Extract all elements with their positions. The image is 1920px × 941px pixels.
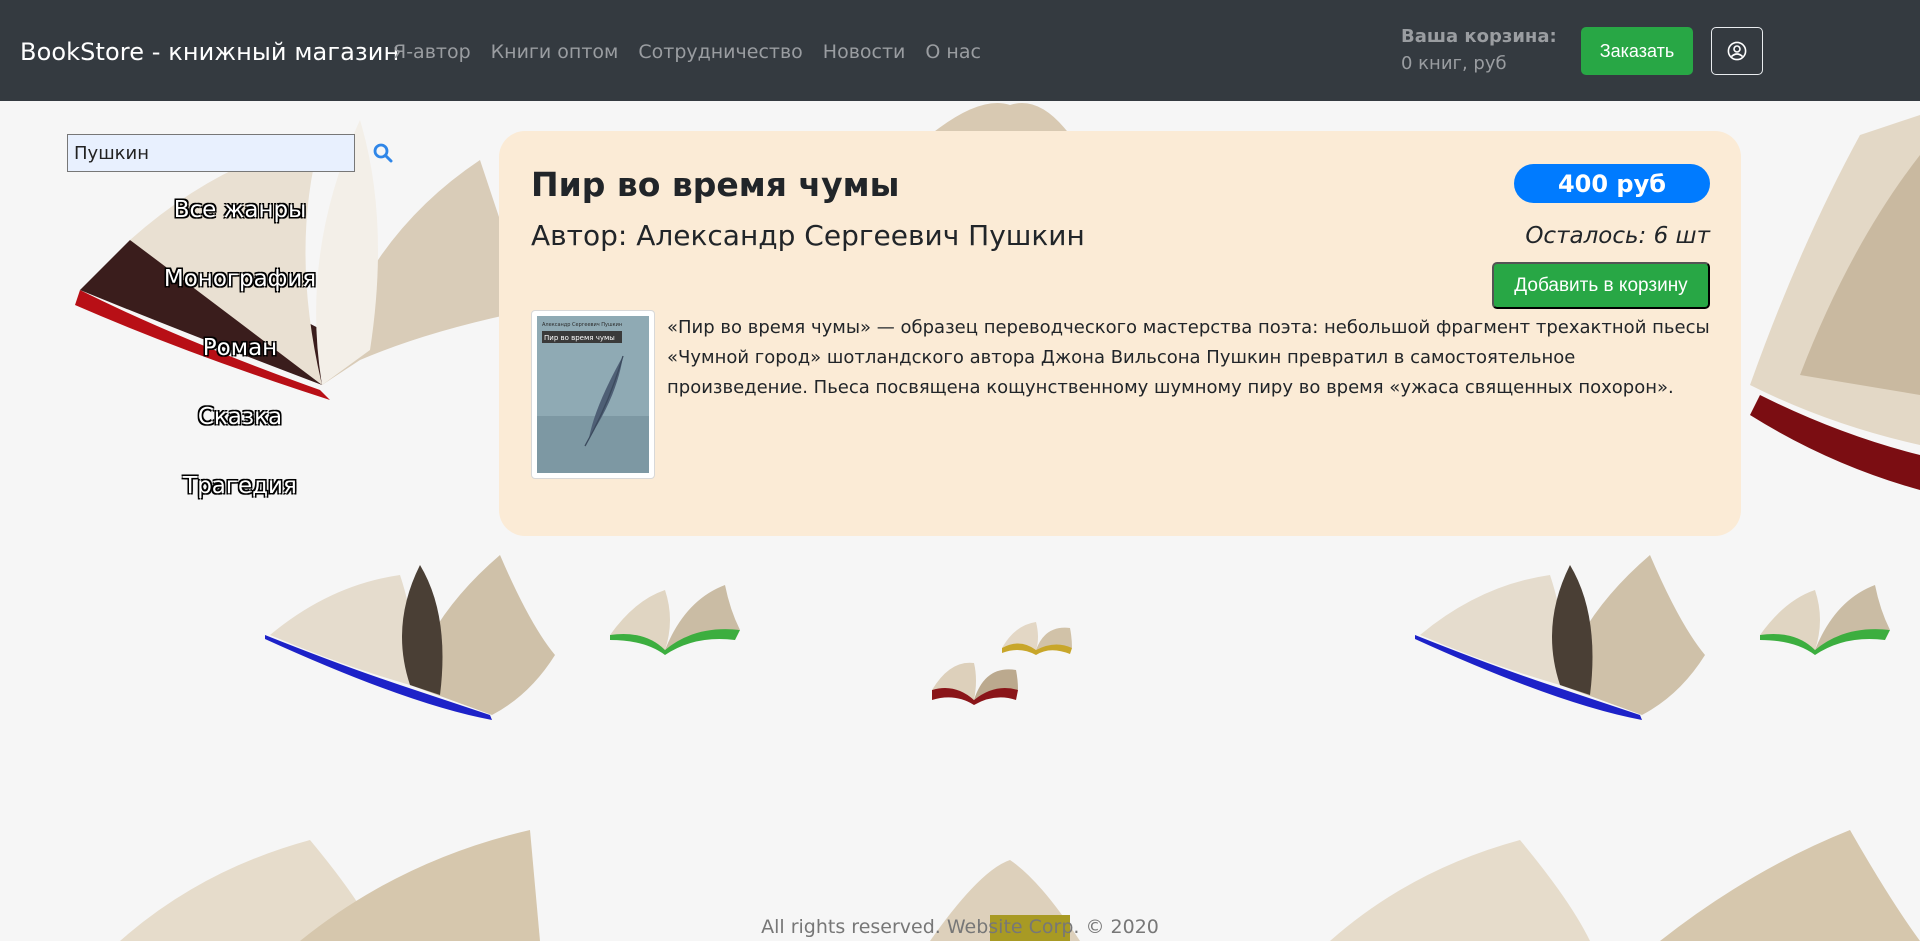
nav-links: Я-автор Книги оптом Сотрудничество Новос…: [393, 41, 981, 63]
background-book-red-small: [932, 662, 1018, 705]
nav-link-about[interactable]: О нас: [925, 41, 981, 63]
nav-link-cooperation[interactable]: Сотрудничество: [638, 41, 802, 63]
nav-link-wholesale[interactable]: Книги оптом: [491, 41, 619, 63]
add-to-cart-button[interactable]: Добавить в корзину: [1492, 262, 1710, 309]
footer-copyright: All rights reserved. Website Corp. © 202…: [761, 916, 1159, 938]
search-input[interactable]: [67, 134, 355, 172]
book-cover[interactable]: Александр Сергеевич Пушкин Пир во время …: [531, 310, 655, 479]
genre-list: Все жанры Монография Роман Сказка Трагед…: [90, 190, 390, 535]
stock-count: Осталось: 6 шт: [1525, 223, 1710, 249]
background-book-green-left: [610, 585, 740, 655]
genre-novel[interactable]: Роман: [90, 328, 390, 397]
cover-author-text: Александр Сергеевич Пушкин: [542, 322, 622, 328]
book-cover-image: Александр Сергеевич Пушкин Пир во время …: [537, 316, 649, 473]
genre-tragedy[interactable]: Трагедия: [90, 466, 390, 535]
genre-all[interactable]: Все жанры: [90, 190, 390, 259]
book-description: «Пир во время чумы» — образец переводчес…: [667, 317, 1710, 398]
cart-summary: Ваша корзина: 0 книг, руб: [1401, 26, 1557, 74]
nav-link-author[interactable]: Я-автор: [393, 41, 471, 63]
book-title: Пир во время чумы: [531, 165, 900, 204]
background-book-blue-right: [1415, 555, 1705, 720]
search-icon[interactable]: [373, 143, 393, 163]
background-book-green-right: [1760, 585, 1890, 655]
cart-title: Ваша корзина:: [1401, 26, 1557, 47]
background-book-large-right: [1750, 115, 1920, 490]
user-button[interactable]: [1711, 27, 1763, 75]
book-author: Автор: Александр Сергеевич Пушкин: [531, 219, 1085, 252]
nav-link-news[interactable]: Новости: [823, 41, 906, 63]
cover-title-text: Пир во время чумы: [544, 334, 615, 342]
genre-fairy-tale[interactable]: Сказка: [90, 397, 390, 466]
background-book-top-center: [930, 103, 1070, 135]
background-book-yellow-small: [1002, 622, 1072, 655]
genre-monograph[interactable]: Монография: [90, 259, 390, 328]
price-badge: 400 руб: [1514, 164, 1710, 203]
user-circle-icon: [1727, 41, 1747, 61]
background-book-blue-left: [265, 555, 555, 720]
order-button[interactable]: Заказать: [1581, 27, 1693, 75]
brand-link[interactable]: BookStore - книжный магазин: [20, 38, 399, 66]
product-card: Пир во время чумы Автор: Александр Серге…: [499, 131, 1741, 536]
navbar: BookStore - книжный магазин Я-автор Книг…: [0, 0, 1920, 101]
cart-info: 0 книг, руб: [1401, 53, 1507, 74]
